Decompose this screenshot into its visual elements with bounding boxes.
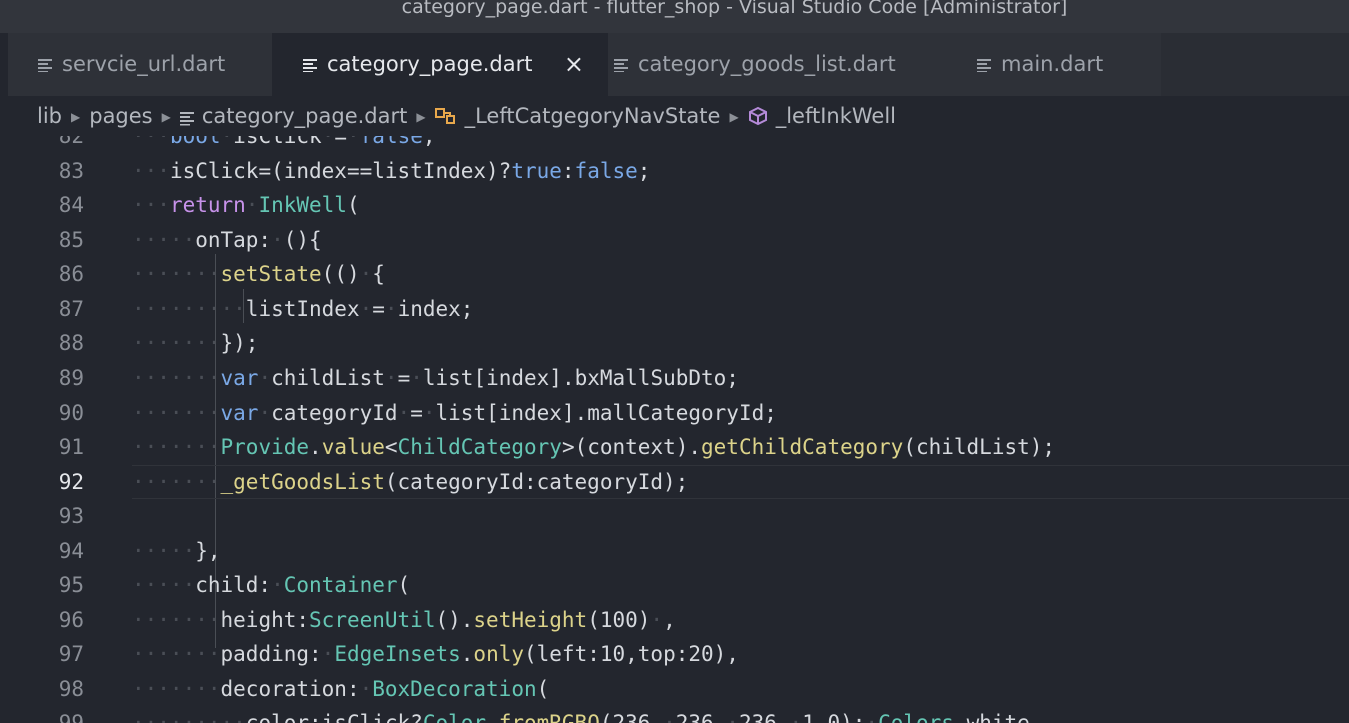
- line-number: 83: [58, 159, 84, 183]
- breadcrumb-item-class[interactable]: _LeftCatgegoryNavState: [465, 96, 721, 136]
- line-code: ·······_getGoodsList(categoryId:category…: [132, 470, 689, 494]
- breadcrumb-item-method[interactable]: _leftInkWell: [776, 96, 896, 136]
- window-title-bar: category_page.dart - flutter_shop - Visu…: [0, 0, 1349, 33]
- line-code: ·······Provide.value<ChildCategory>(cont…: [132, 435, 1056, 459]
- file-lines-icon: [38, 58, 52, 72]
- line-number: 94: [58, 539, 84, 563]
- code-line-current: 92 ·······_getGoodsList(categoryId:categ…: [8, 465, 1349, 500]
- method-cube-icon: [748, 99, 768, 139]
- line-number: 85: [58, 228, 84, 252]
- tab-label: main.dart: [1001, 52, 1104, 76]
- line-code: ·····onTap:·(){: [132, 228, 322, 252]
- code-line: 89 ·······var·childList·=·list[index].bx…: [8, 361, 1349, 396]
- file-lines-icon: [179, 99, 194, 139]
- code-editor[interactable]: 82 ···bool·isClick·=·false; 83 ···isClic…: [8, 136, 1349, 723]
- line-number: 86: [58, 262, 84, 286]
- line-number: 93: [58, 504, 84, 528]
- line-number: 96: [58, 608, 84, 632]
- line-code: ·········listIndex·=·index;: [132, 297, 474, 321]
- tab-label: servcie_url.dart: [62, 52, 226, 76]
- code-line: 86 ·······setState(()·{: [8, 257, 1349, 292]
- code-line: 99 ·········color:isClick?Color.fromRGBO…: [8, 706, 1349, 723]
- line-code: ·······decoration:·BoxDecoration(: [132, 677, 550, 701]
- code-line: 82 ···bool·isClick·=·false;: [8, 136, 1349, 154]
- line-code: ·····child:·Container(: [132, 573, 411, 597]
- tab-close-icon[interactable]: ×: [564, 33, 584, 96]
- line-number: 89: [58, 366, 84, 390]
- code-line: 87 ·········listIndex·=·index;: [8, 292, 1349, 327]
- code-line: 98 ·······decoration:·BoxDecoration(: [8, 672, 1349, 707]
- breadcrumb: lib ▶ pages ▶ category_page.dart ▶ _LeftCatgeg…: [8, 96, 1349, 136]
- line-number: 88: [58, 331, 84, 355]
- breadcrumb-item-pages[interactable]: pages: [89, 96, 152, 136]
- code-line: 94 ·····},: [8, 534, 1349, 569]
- line-code: ·······padding:·EdgeInsets.only(left:10,…: [132, 642, 739, 666]
- line-code: ·······setState(()·{: [132, 262, 385, 286]
- line-code: ·······var·categoryId·=·list[index].mall…: [132, 401, 777, 425]
- line-code: ···return·InkWell(: [132, 193, 360, 217]
- code-line: 90 ·······var·categoryId·=·list[index].m…: [8, 396, 1349, 431]
- line-number: 98: [58, 677, 84, 701]
- line-code: ·····},: [132, 539, 221, 563]
- tab-servcie-url[interactable]: servcie_url.dart: [8, 33, 272, 96]
- line-number: 95: [58, 573, 84, 597]
- chevron-right-icon: ▶: [416, 110, 426, 124]
- line-number: 91: [58, 435, 84, 459]
- file-lines-icon: [303, 58, 317, 72]
- code-line: 84 ···return·InkWell(: [8, 188, 1349, 223]
- line-number: 84: [58, 193, 84, 217]
- line-number: 90: [58, 401, 84, 425]
- line-code: ···bool·isClick·=·false;: [132, 136, 436, 148]
- line-number: 92: [58, 470, 84, 494]
- line-number: 87: [58, 297, 84, 321]
- line-code: ·········color:isClick?Color.fromRGBO(23…: [132, 711, 1043, 723]
- code-line: 85 ·····onTap:·(){: [8, 223, 1349, 258]
- code-line: 96 ·······height:ScreenUtil().setHeight(…: [8, 603, 1349, 638]
- code-line: 93: [8, 499, 1349, 534]
- code-line: 83 ···isClick=(index==listIndex)?true:fa…: [8, 154, 1349, 189]
- tab-label: category_page.dart: [327, 52, 533, 76]
- tab-label: category_goods_list.dart: [638, 52, 896, 76]
- line-code: ·······});: [132, 331, 259, 355]
- line-code: ···isClick=(index==listIndex)?true:false…: [132, 159, 651, 183]
- tab-category-goods-list[interactable]: category_goods_list.dart: [608, 33, 945, 96]
- chevron-right-icon: ▶: [71, 110, 81, 124]
- code-line: 91 ·······Provide.value<ChildCategory>(c…: [8, 430, 1349, 465]
- code-line: 97 ·······padding:·EdgeInsets.only(left:…: [8, 637, 1349, 672]
- code-line: 95 ·····child:·Container(: [8, 568, 1349, 603]
- breadcrumb-item-lib[interactable]: lib: [37, 96, 62, 136]
- tab-main[interactable]: main.dart: [945, 33, 1161, 96]
- chevron-right-icon: ▶: [729, 110, 739, 124]
- window-title: category_page.dart - flutter_shop - Visu…: [401, 0, 1068, 18]
- file-lines-icon: [614, 58, 628, 72]
- editor-tab-bar: servcie_url.dart category_page.dart × ca…: [8, 33, 1349, 96]
- line-number: 99: [58, 711, 84, 723]
- line-code: ·······height:ScreenUtil().setHeight(100…: [132, 608, 676, 632]
- file-lines-icon: [977, 58, 991, 72]
- breadcrumb-item-file[interactable]: category_page.dart: [202, 96, 408, 136]
- line-code: ·······var·childList·=·list[index].bxMal…: [132, 366, 739, 390]
- class-symbol-icon: [434, 99, 457, 139]
- line-number: 97: [58, 642, 84, 666]
- tab-category-page[interactable]: category_page.dart ×: [272, 33, 608, 96]
- chevron-right-icon: ▶: [161, 110, 171, 124]
- code-line: 88 ·······});: [8, 326, 1349, 361]
- line-number: 82: [58, 136, 84, 148]
